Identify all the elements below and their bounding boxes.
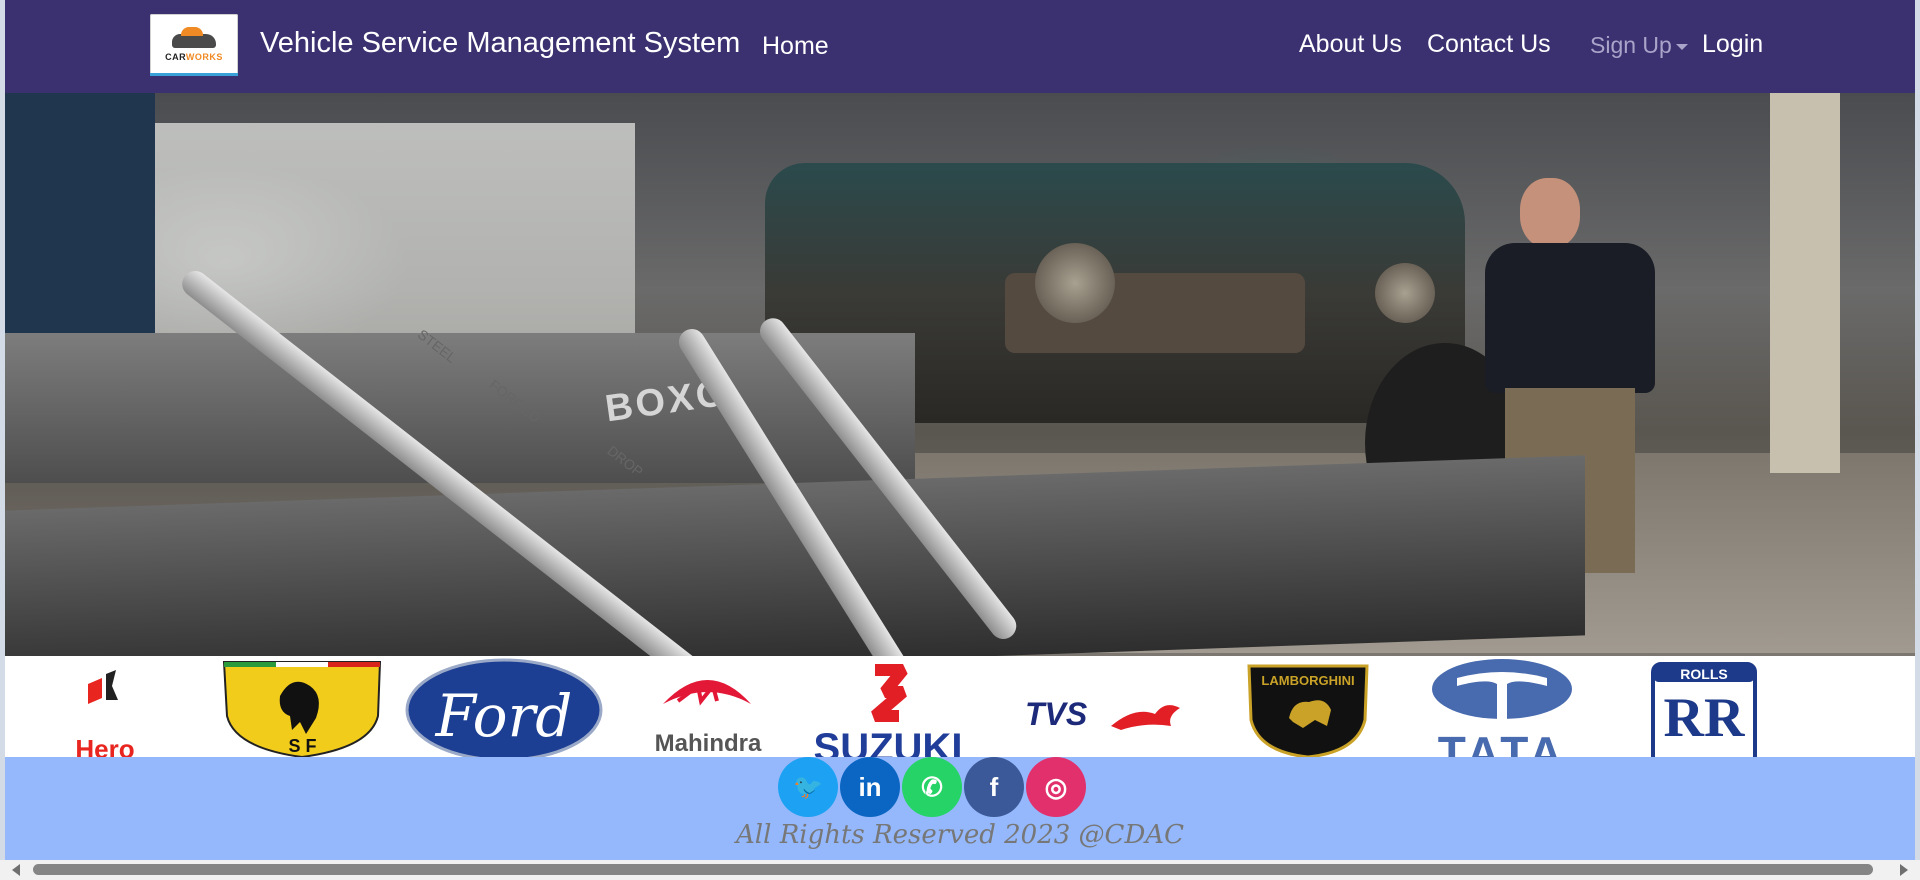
instagram-icon[interactable]: ◎ (1026, 757, 1086, 817)
site-title[interactable]: Vehicle Service Management System (260, 27, 740, 60)
nav-home-link[interactable]: Home (762, 32, 829, 61)
tvs-logo[interactable]: TVS (1025, 656, 1185, 757)
mahindra-logo[interactable]: Mahindra (633, 656, 783, 757)
hero-logo[interactable]: Hero (60, 656, 150, 757)
horizontal-scrollbar[interactable] (0, 860, 1920, 880)
lamborghini-logo[interactable]: LAMBORGHINI (1243, 656, 1373, 757)
twitter-icon[interactable]: 🐦 (778, 757, 838, 817)
car-icon (172, 27, 216, 48)
carworks-logo[interactable]: CARWORKS (150, 14, 238, 76)
ferrari-logo[interactable]: S F (220, 656, 385, 757)
scrollbar-thumb[interactable] (33, 864, 1873, 875)
footer: 🐦 in ✆ f ◎ All Rights Reserved 2023 @CDA… (5, 757, 1915, 860)
facebook-icon[interactable]: f (964, 757, 1024, 817)
linkedin-icon[interactable]: in (840, 757, 900, 817)
copyright-text: All Rights Reserved 2023 @CDAC (736, 820, 1184, 850)
brand-logo-strip: Hero S F Ford Mahindra SUZUKI TVS LAMBOR… (5, 656, 1915, 757)
ford-logo[interactable]: Ford (405, 656, 603, 757)
signup-label: Sign Up (1590, 32, 1672, 58)
whatsapp-icon[interactable]: ✆ (902, 757, 962, 817)
signup-dropdown[interactable]: Sign Up (1590, 32, 1688, 59)
svg-text:RR: RR (1664, 687, 1745, 749)
scroll-left-icon[interactable] (12, 864, 20, 876)
nav-contact-link[interactable]: Contact Us (1427, 30, 1551, 59)
chevron-down-icon (1675, 43, 1688, 50)
rolls-royce-logo[interactable]: RR ROLLS (1649, 656, 1759, 757)
top-navbar: CARWORKS Vehicle Service Management Syst… (5, 0, 1915, 93)
tata-logo[interactable]: TATA (1407, 656, 1597, 757)
nav-about-link[interactable]: About Us (1299, 30, 1402, 59)
logo-text: CARWORKS (165, 52, 223, 62)
page: CARWORKS Vehicle Service Management Syst… (5, 0, 1915, 860)
scroll-right-icon[interactable] (1900, 864, 1908, 876)
suzuki-logo[interactable]: SUZUKI (813, 656, 963, 757)
hero-garage-image: BOXO DROP FORGED STEEL (5, 93, 1915, 656)
nav-login-link[interactable]: Login (1702, 30, 1763, 59)
